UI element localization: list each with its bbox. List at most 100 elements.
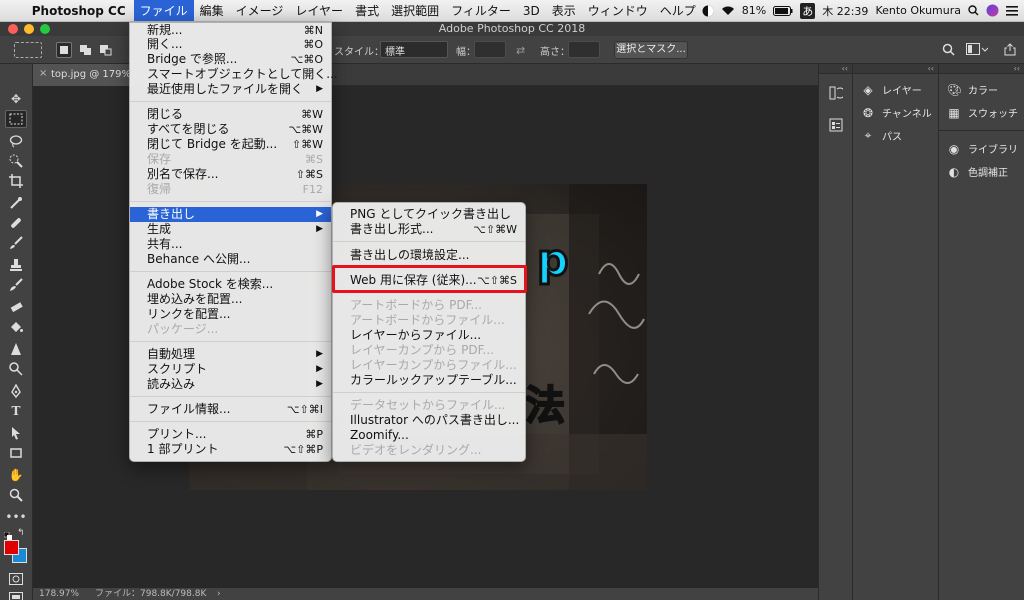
- menu-app-name[interactable]: Photoshop CC: [30, 4, 134, 18]
- marquee-preset-icon[interactable]: [14, 42, 42, 58]
- menu-help[interactable]: ヘルプ: [654, 0, 702, 21]
- collapse-dock-icon[interactable]: ‹‹: [853, 64, 938, 74]
- menu-image[interactable]: イメージ: [230, 0, 290, 21]
- healing-brush-tool-icon[interactable]: [5, 214, 27, 232]
- file-size-info[interactable]: ファイル：798.8K/798.8K: [95, 588, 206, 600]
- quick-mask-icon[interactable]: [5, 570, 27, 588]
- menu-view[interactable]: 表示: [546, 0, 582, 21]
- menu-item-close[interactable]: 閉じる ⌘W: [130, 107, 331, 122]
- menu-item-save[interactable]: 保存 ⌘S: [130, 152, 331, 167]
- eyedropper-tool-icon[interactable]: [5, 194, 27, 212]
- menu-item-share[interactable]: 共有...: [130, 237, 331, 252]
- submenu-item-layers-to-files[interactable]: レイヤーからファイル...: [333, 328, 525, 343]
- collapse-dock-icon[interactable]: ‹‹: [939, 64, 1024, 74]
- menu-item-search-adobe-stock[interactable]: Adobe Stock を検索...: [130, 277, 331, 292]
- workspace-icon[interactable]: [966, 43, 988, 56]
- menu-item-open-smart-object[interactable]: スマートオブジェクトとして開く...: [130, 67, 338, 82]
- menu-item-open-recent[interactable]: 最近使用したファイルを開く ▶: [130, 82, 331, 97]
- paint-bucket-tool-icon[interactable]: [5, 318, 27, 336]
- collapse-dock-icon[interactable]: ‹‹: [819, 64, 852, 74]
- eraser-tool-icon[interactable]: [5, 298, 27, 316]
- dodge-tool-icon[interactable]: [5, 360, 27, 378]
- menu-item-file-info[interactable]: ファイル情報... ⌥⇧⌘I: [130, 402, 331, 417]
- menu-item-package[interactable]: パッケージ...: [130, 322, 331, 337]
- menu-file[interactable]: ファイル: [133, 0, 194, 21]
- menu-item-print[interactable]: プリント... ⌘P: [130, 427, 331, 442]
- menu-item-place-linked[interactable]: リンクを配置...: [130, 307, 331, 322]
- submenu-item-layer-comps-to-files[interactable]: レイヤーカンプからファイル...: [333, 358, 525, 373]
- submenu-item-export-as[interactable]: 書き出し形式... ⌥⇧⌘W: [333, 222, 525, 237]
- properties-panel-icon[interactable]: [829, 118, 843, 135]
- menu-layer[interactable]: レイヤー: [289, 0, 349, 21]
- menu-item-close-all[interactable]: すべてを閉じる ⌥⌘W: [130, 122, 331, 137]
- submenu-item-color-lookup-tables[interactable]: カラールックアップテーブル...: [333, 373, 525, 388]
- menu-item-browse-bridge[interactable]: Bridge で参照... ⌥⌘O: [130, 52, 331, 67]
- menu-item-revert[interactable]: 復帰 F12: [130, 182, 331, 197]
- brush-tool-icon[interactable]: [5, 234, 27, 252]
- submenu-item-artboards-to-pdf[interactable]: アートボードから PDF...: [333, 298, 525, 313]
- night-shift-icon[interactable]: [702, 5, 714, 17]
- submenu-item-render-video[interactable]: ビデオをレンダリング...: [333, 443, 525, 458]
- crop-tool-icon[interactable]: [5, 172, 27, 190]
- menu-item-save-as[interactable]: 別名で保存... ⇧⌘S: [130, 167, 331, 182]
- lasso-tool-icon[interactable]: [5, 132, 27, 150]
- new-selection-icon[interactable]: [56, 42, 72, 58]
- menu-filter[interactable]: フィルター: [445, 0, 517, 21]
- rectangle-tool-icon[interactable]: [5, 444, 27, 462]
- submenu-item-artboards-to-files[interactable]: アートボードからファイル...: [333, 313, 525, 328]
- menu-item-generate[interactable]: 生成 ▶: [130, 222, 331, 237]
- menu-item-import[interactable]: 読み込み ▶: [130, 377, 331, 392]
- libraries-panel-tab[interactable]: ◉ ライブラリ: [939, 137, 1024, 160]
- paths-panel-tab[interactable]: ⌖ パス: [853, 124, 938, 147]
- quick-selection-tool-icon[interactable]: [5, 152, 27, 170]
- type-tool-icon[interactable]: T: [5, 402, 27, 420]
- submenu-item-zoomify[interactable]: Zoomify...: [333, 428, 525, 443]
- default-colors-icon[interactable]: [3, 530, 14, 540]
- channels-panel-tab[interactable]: ❂ チャンネル: [853, 101, 938, 124]
- menu-item-scripts[interactable]: スクリプト ▶: [130, 362, 331, 377]
- zoom-tool-icon[interactable]: [5, 486, 27, 504]
- edit-toolbar-icon[interactable]: •••: [5, 508, 27, 526]
- swatches-panel-tab[interactable]: ▦ スウォッチ: [939, 101, 1024, 124]
- status-arrow-icon[interactable]: ›: [217, 588, 221, 600]
- battery-icon[interactable]: [773, 5, 793, 16]
- rectangular-marquee-tool-icon[interactable]: [5, 110, 27, 128]
- screen-mode-icon[interactable]: [5, 588, 27, 600]
- siri-icon[interactable]: [986, 4, 999, 17]
- search-icon[interactable]: [942, 43, 955, 56]
- layers-panel-tab[interactable]: ◈ レイヤー: [853, 78, 938, 101]
- menu-edit[interactable]: 編集: [194, 0, 230, 21]
- menu-item-print-one-copy[interactable]: 1 部プリント ⌥⇧⌘P: [130, 442, 331, 457]
- notification-center-icon[interactable]: [1006, 5, 1018, 16]
- input-method-indicator[interactable]: あ: [800, 2, 816, 19]
- history-brush-tool-icon[interactable]: [5, 276, 27, 294]
- spotlight-search-icon[interactable]: [968, 5, 979, 16]
- menu-window[interactable]: ウィンドウ: [582, 0, 654, 21]
- history-panel-icon[interactable]: [829, 86, 846, 103]
- swap-colors-icon[interactable]: ↰: [17, 528, 27, 538]
- zoom-level[interactable]: 178.97%: [39, 588, 79, 600]
- submenu-item-layer-comps-to-pdf[interactable]: レイヤーカンプから PDF...: [333, 343, 525, 358]
- width-field[interactable]: [474, 41, 506, 58]
- menu-item-close-go-bridge[interactable]: 閉じて Bridge を起動... ⇧⌘W: [130, 137, 331, 152]
- style-select[interactable]: 標準: [380, 41, 448, 58]
- subtract-selection-icon[interactable]: [98, 42, 114, 58]
- path-selection-tool-icon[interactable]: [5, 424, 27, 442]
- share-icon[interactable]: [1004, 43, 1016, 56]
- menu-item-automate[interactable]: 自動処理 ▶: [130, 347, 331, 362]
- move-tool-icon[interactable]: ✥: [5, 90, 27, 108]
- submenu-item-export-preferences[interactable]: 書き出しの環境設定...: [333, 248, 525, 263]
- select-and-mask-button[interactable]: 選択とマスク...: [614, 41, 688, 59]
- height-field[interactable]: [568, 41, 600, 58]
- adjustments-panel-tab[interactable]: ◐ 色調補正: [939, 160, 1024, 183]
- foreground-color-swatch[interactable]: [4, 540, 19, 555]
- menu-select[interactable]: 選択範囲: [385, 0, 445, 21]
- submenu-item-quick-export-png[interactable]: PNG としてクイック書き出し: [333, 207, 525, 222]
- pen-tool-icon[interactable]: [5, 382, 27, 400]
- menu-item-new[interactable]: 新規... ⌘N: [130, 23, 331, 38]
- menu-type[interactable]: 書式: [349, 0, 385, 21]
- menu-3d[interactable]: 3D: [517, 0, 546, 21]
- color-panel-tab[interactable]: 🎨︎ カラー: [939, 78, 1024, 101]
- hand-tool-icon[interactable]: ✋: [5, 466, 27, 484]
- menu-item-export[interactable]: 書き出し ▶: [130, 207, 331, 222]
